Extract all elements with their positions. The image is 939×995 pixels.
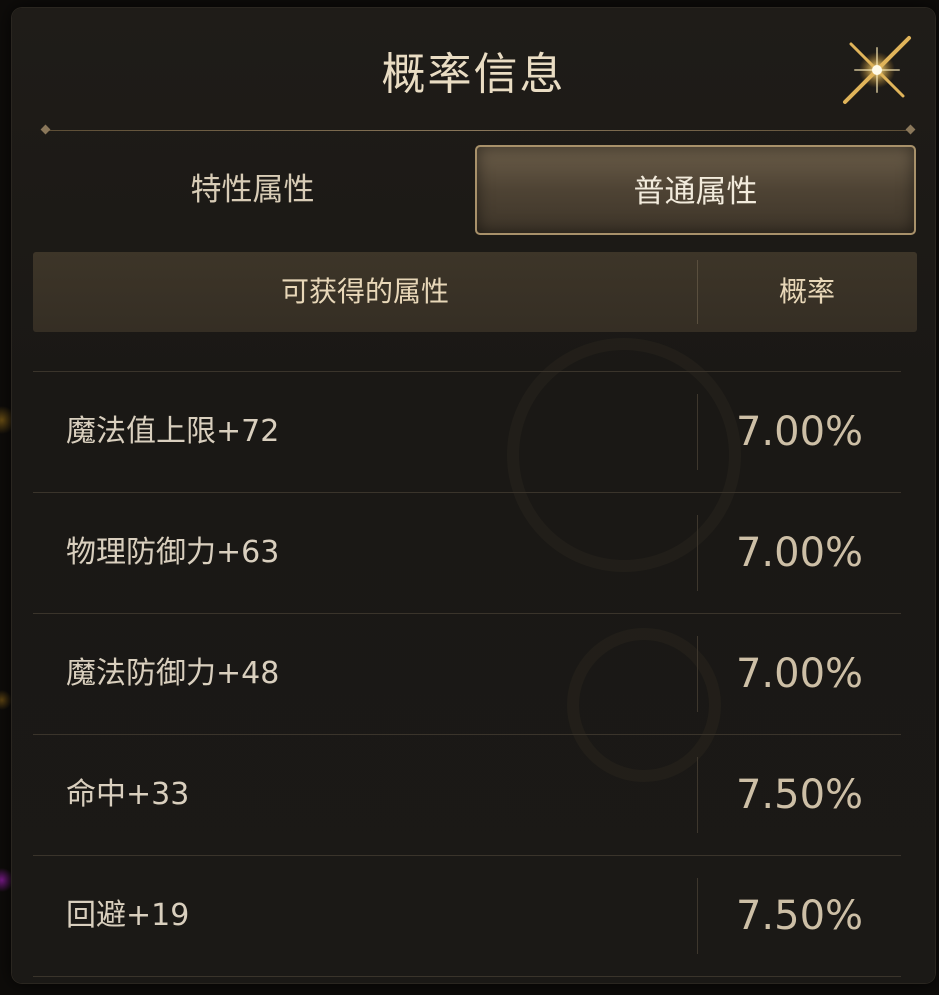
tab-normal-attributes[interactable]: 普通属性 — [475, 145, 916, 235]
row-divider — [33, 976, 901, 977]
table-row: 命中+33 7.50% — [33, 735, 901, 855]
tab-trait-attributes[interactable]: 特性属性 — [32, 145, 473, 235]
table-row: 魔法防御力+48 7.00% — [33, 614, 901, 734]
attribute-cell: 魔法防御力+48 — [66, 656, 280, 691]
close-x-icon — [843, 36, 911, 104]
table-row: 回避+19 7.50% — [33, 856, 901, 976]
table-row: 魔法值上限+72 7.00% — [33, 372, 901, 492]
probability-cell: 7.00% — [735, 651, 864, 697]
dialog-title: 概率信息 — [381, 49, 566, 100]
attribute-cell: 命中+33 — [66, 777, 190, 812]
title-divider — [40, 124, 916, 135]
table-row: 物理防御力+63 7.00% — [33, 493, 901, 613]
probability-cell: 7.50% — [735, 893, 864, 939]
probability-cell: 7.00% — [735, 409, 864, 455]
table-header: 可获得的属性 概率 — [33, 252, 917, 332]
probability-info-dialog: 概率信息 特性属性 普通属性 可获得的属性 概率 魔法值上限+72 7.00% … — [12, 8, 935, 983]
attribute-cell: 回避+19 — [66, 898, 190, 933]
column-header-attribute: 可获得的属性 — [280, 275, 449, 308]
probability-cell: 7.50% — [735, 772, 864, 818]
attribute-cell: 物理防御力+63 — [66, 535, 280, 570]
close-button[interactable] — [837, 30, 917, 110]
column-header-probability: 概率 — [778, 275, 835, 308]
attribute-cell: 魔法值上限+72 — [66, 414, 280, 449]
probability-cell: 7.00% — [735, 530, 864, 576]
